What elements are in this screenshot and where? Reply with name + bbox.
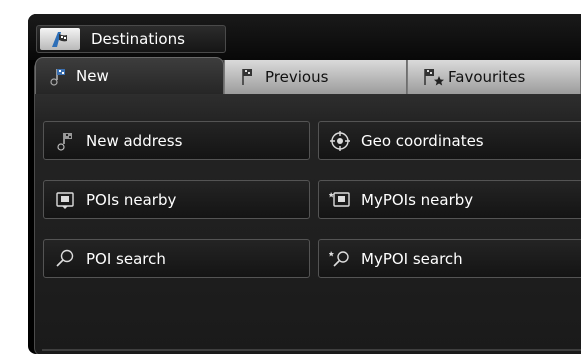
mypois-nearby-button[interactable]: MyPOIs nearby xyxy=(318,180,581,219)
mypois-nearby-label: MyPOIs nearby xyxy=(361,190,474,209)
favourite-flag-icon xyxy=(420,67,444,87)
crosshair-icon xyxy=(329,130,351,152)
destination-icon xyxy=(40,28,80,50)
my-search-icon xyxy=(329,248,351,270)
page-title: Destinations xyxy=(91,30,185,48)
new-address-label: New address xyxy=(86,131,183,150)
destinations-menu[interactable]: Destinations xyxy=(36,25,226,53)
tab-favourites-label: Favourites xyxy=(448,68,526,86)
tab-new[interactable]: New xyxy=(35,57,224,94)
search-icon xyxy=(54,248,76,270)
geo-coordinates-label: Geo coordinates xyxy=(361,131,484,150)
flag-icon xyxy=(54,130,76,152)
tab-new-label: New xyxy=(76,67,109,85)
flag-icon xyxy=(48,66,70,86)
geo-coordinates-button[interactable]: Geo coordinates xyxy=(318,121,581,160)
mypoi-search-button[interactable]: MyPOI search xyxy=(318,239,581,278)
header-bar: Destinations xyxy=(28,14,581,60)
poi-icon xyxy=(54,189,76,211)
poi-search-button[interactable]: POI search xyxy=(43,239,310,278)
poi-search-label: POI search xyxy=(86,249,166,268)
tab-previous-label: Previous xyxy=(265,68,329,86)
new-address-button[interactable]: New address xyxy=(43,121,310,160)
pois-nearby-button[interactable]: POIs nearby xyxy=(43,180,310,219)
my-poi-icon xyxy=(329,189,351,211)
divider xyxy=(42,349,581,351)
pois-nearby-label: POIs nearby xyxy=(86,190,177,209)
flag-icon xyxy=(237,67,259,87)
tab-previous[interactable]: Previous xyxy=(224,60,407,94)
tab-favourites[interactable]: Favourites xyxy=(407,60,581,94)
mypoi-search-label: MyPOI search xyxy=(361,249,463,268)
